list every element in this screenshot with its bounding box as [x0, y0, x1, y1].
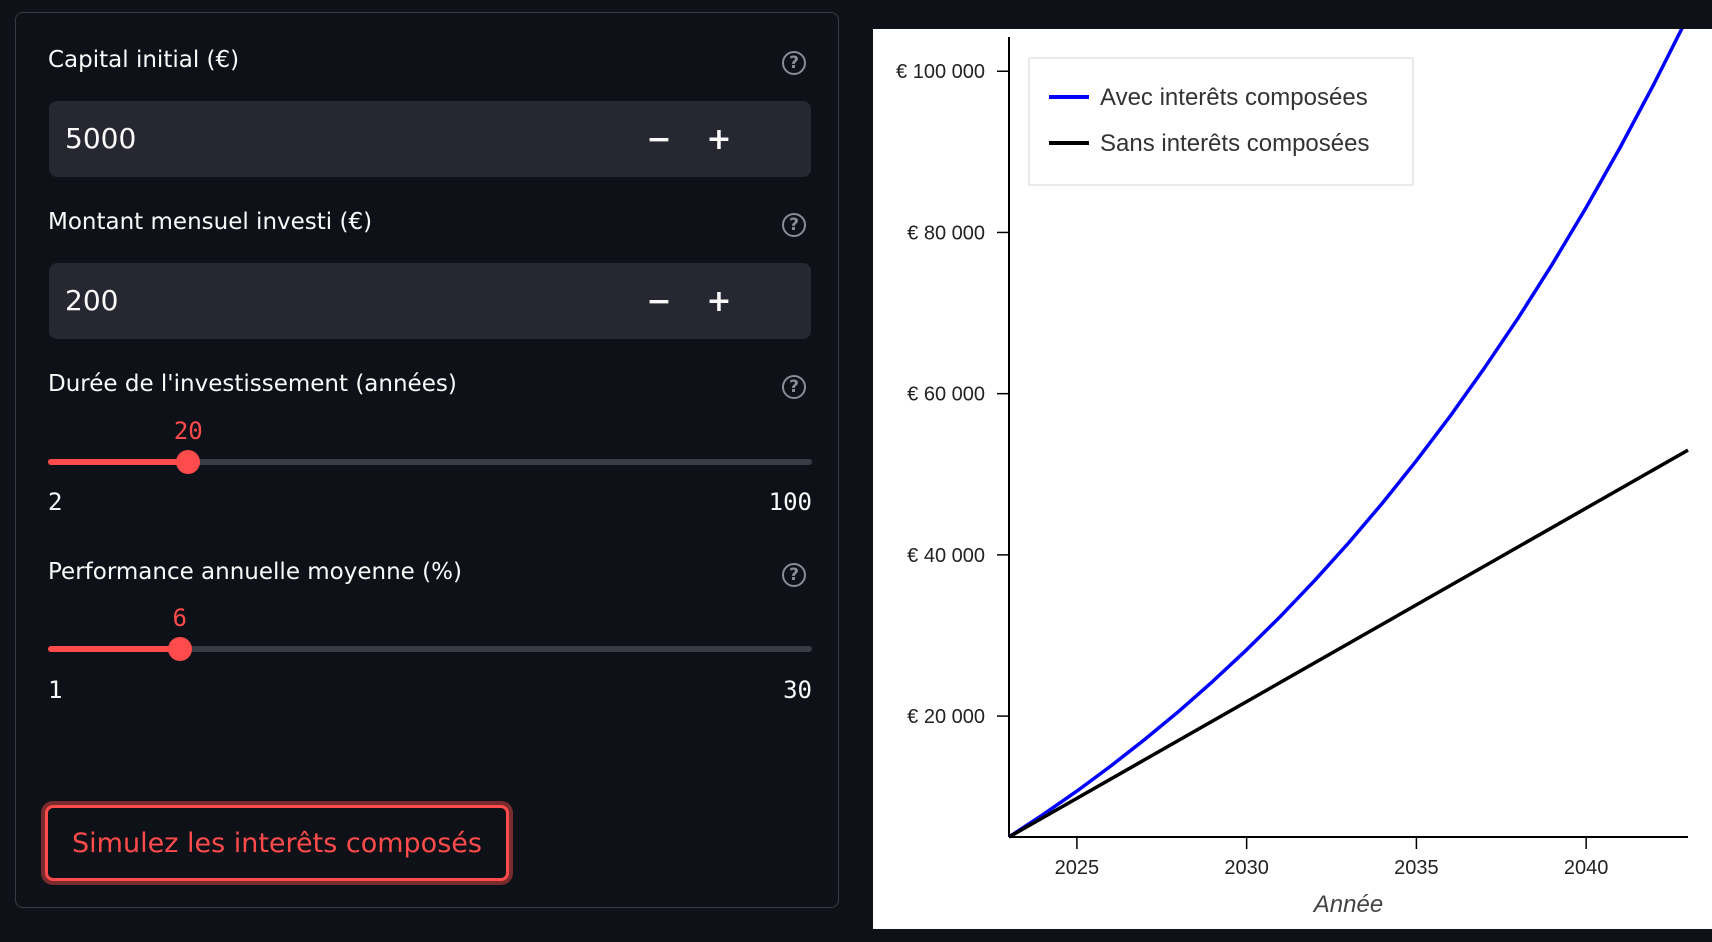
y-tick-label: € 20 000: [907, 706, 985, 728]
monthly-input[interactable]: 200 − +: [49, 263, 811, 339]
performance-slider-max: 30: [783, 676, 812, 704]
duration-slider[interactable]: [48, 450, 812, 474]
capital-help-icon[interactable]: ?: [782, 51, 806, 75]
performance-slider-value: 6: [172, 604, 187, 632]
performance-slider-thumb[interactable]: [167, 637, 192, 661]
duration-label: Durée de l'investissement (années): [48, 371, 457, 397]
performance-slider-fill: [48, 646, 180, 652]
duration-slider-fill: [48, 459, 189, 465]
duration-help-icon[interactable]: ?: [782, 375, 806, 399]
series-line-2: [1008, 448, 1689, 839]
y-tick-label: € 100 000: [896, 61, 985, 83]
duration-slider-max: 100: [768, 488, 812, 516]
capital-input[interactable]: 5000 − +: [49, 101, 811, 177]
legend-label: Avec interêts composées: [1100, 84, 1368, 111]
duration-slider-value: 20: [173, 417, 203, 445]
performance-slider[interactable]: [48, 637, 812, 661]
x-tick-label: 2035: [1394, 857, 1439, 879]
capital-input-value[interactable]: 5000: [65, 101, 665, 177]
capital-increment-button[interactable]: +: [689, 101, 749, 177]
x-tick-label: 2040: [1564, 857, 1609, 879]
performance-help-icon[interactable]: ?: [782, 563, 806, 587]
x-axis-label: Année: [1312, 891, 1383, 918]
performance-slider-min: 1: [48, 676, 63, 704]
duration-slider-min: 2: [48, 488, 63, 516]
y-tick-label: € 40 000: [907, 545, 985, 567]
y-tick-label: € 80 000: [907, 222, 985, 244]
simulation-form: Capital initial (€) ? 5000 − + Montant m…: [15, 12, 839, 908]
monthly-increment-button[interactable]: +: [689, 263, 749, 339]
capital-decrement-button[interactable]: −: [629, 101, 689, 177]
duration-slider-thumb[interactable]: [176, 450, 201, 474]
monthly-input-value[interactable]: 200: [65, 263, 665, 339]
monthly-label: Montant mensuel investi (€): [48, 209, 373, 235]
legend-box: [1028, 57, 1414, 186]
growth-chart-svg: € 20 000 € 40 000 € 60 000 € 80 000 € 100 00…: [896, 29, 1689, 918]
growth-chart: € 20 000 € 40 000 € 60 000 € 80 000 € 100 00…: [873, 29, 1712, 929]
x-tick-label: 2025: [1055, 857, 1100, 879]
legend-label: Sans interêts composées: [1100, 130, 1369, 157]
monthly-decrement-button[interactable]: −: [629, 263, 689, 339]
x-tick-label: 2030: [1224, 857, 1269, 879]
performance-label: Performance annuelle moyenne (%): [48, 559, 462, 585]
y-tick-label: € 60 000: [907, 384, 985, 406]
capital-label: Capital initial (€): [48, 47, 240, 73]
monthly-help-icon[interactable]: ?: [782, 213, 806, 237]
simulate-button[interactable]: Simulez les interêts composés: [45, 805, 509, 881]
